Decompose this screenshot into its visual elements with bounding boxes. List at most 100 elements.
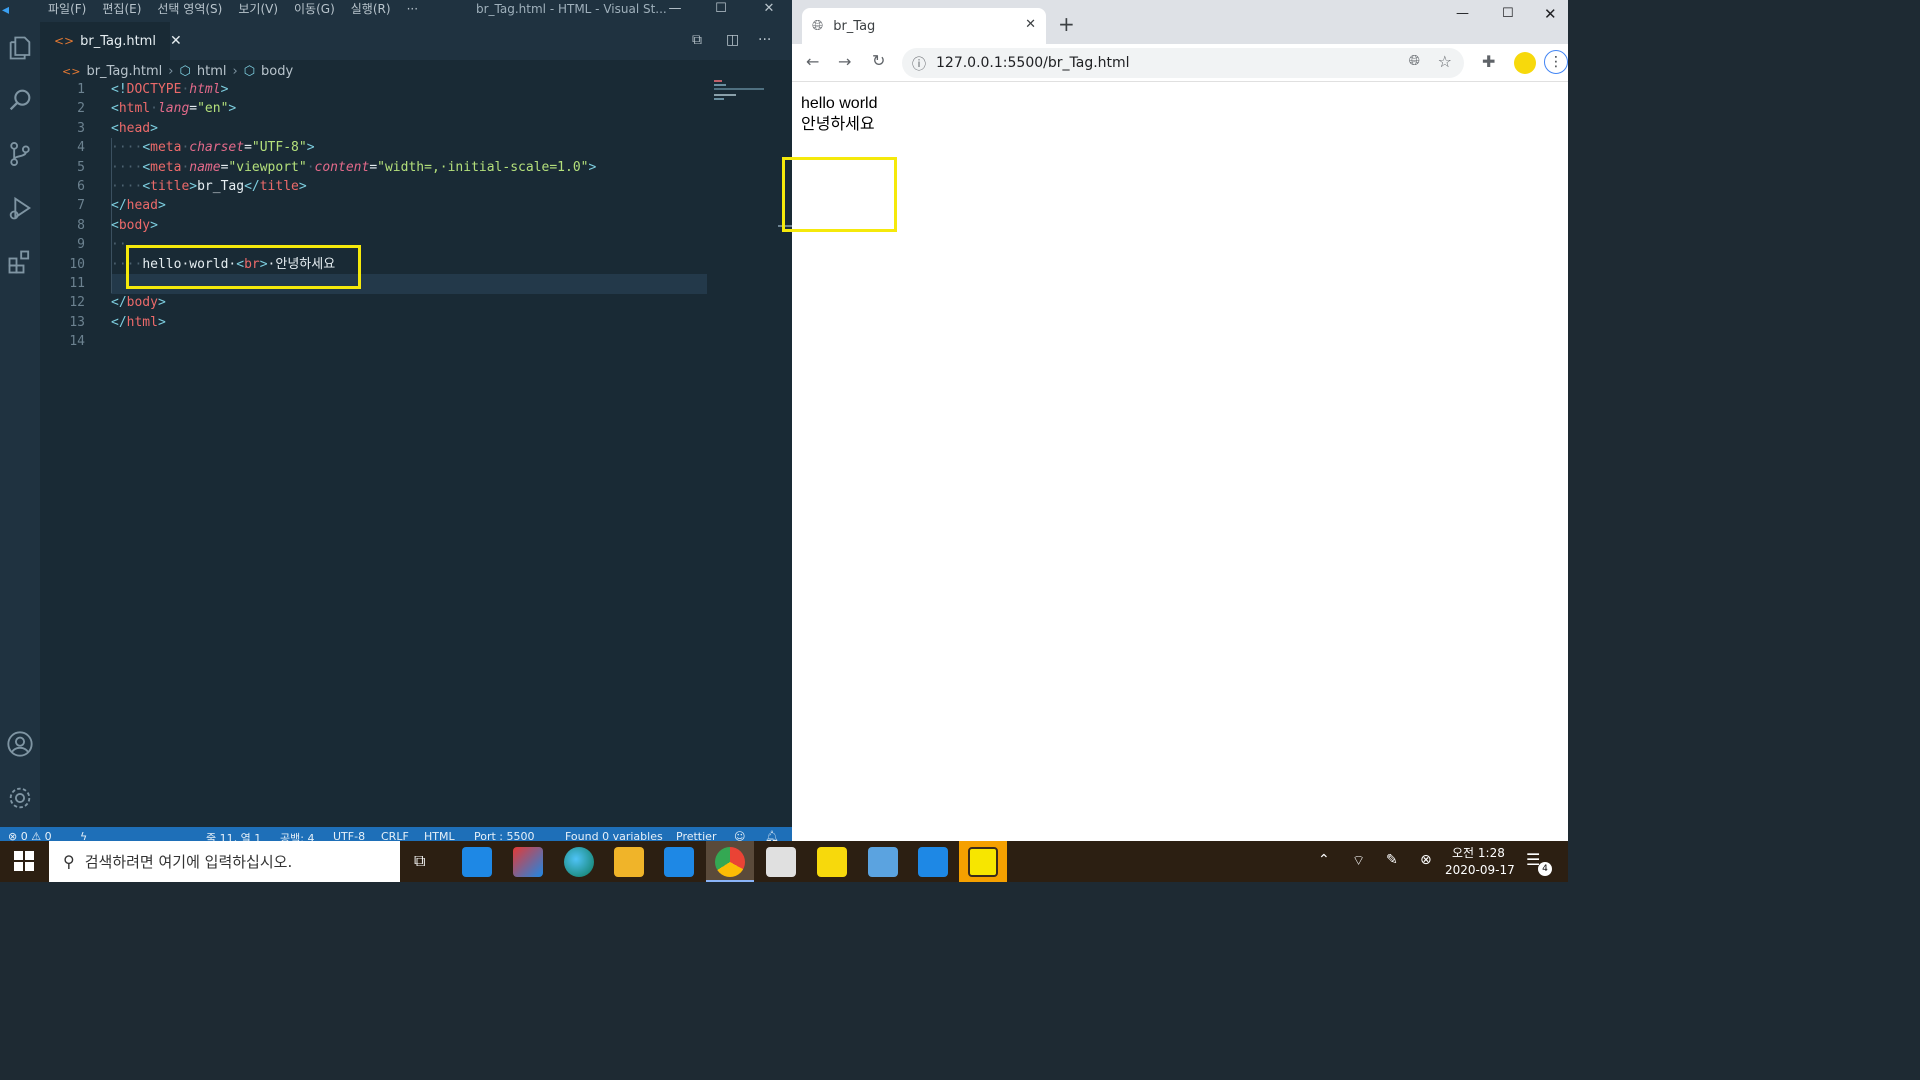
vscode-logo-icon: ◂	[2, 2, 10, 18]
status-eol[interactable]: CRLF	[381, 830, 409, 841]
status-prettier[interactable]: Prettier	[676, 830, 716, 841]
code-line: 13 </html>	[40, 313, 792, 332]
new-tab-icon[interactable]: +	[1058, 12, 1075, 36]
vscode-app-icon[interactable]	[918, 847, 948, 877]
profile-avatar[interactable]	[1514, 52, 1536, 74]
line-number: 6	[77, 179, 85, 194]
token: title	[259, 179, 299, 194]
menu-view[interactable]: 보기(V)	[230, 0, 286, 18]
windows-taskbar: ⚲ 검색하려면 여기에 입력하십시오. ⧉ ⌃ ⌔ ✎ ⊗ 오전 1:28 20…	[0, 841, 1568, 882]
code-editor[interactable]: 1 <!DOCTYPE·html> 2 <html·lang="en"> 3 <hea…	[40, 80, 792, 827]
pen-tray-icon[interactable]: ✎	[1386, 852, 1398, 868]
windows-start-icon[interactable]	[14, 851, 34, 871]
breadcrumb: <> br_Tag.html › ⬡ html › ⬡ body	[62, 62, 293, 80]
file-explorer-icon[interactable]	[614, 847, 644, 877]
notification-count-badge: 4	[1538, 862, 1552, 876]
show-hidden-icons-chevron-icon[interactable]: ⌃	[1318, 852, 1330, 868]
explorer-icon[interactable]	[6, 34, 34, 62]
problems-indicator[interactable]: ⊗ 0 ⚠ 0	[8, 830, 52, 841]
pen-app-icon[interactable]	[462, 847, 492, 877]
status-variables[interactable]: Found 0 variables	[565, 830, 663, 841]
status-indentation[interactable]: 공백: 4	[280, 830, 314, 841]
lightning-icon[interactable]: ϟ	[80, 830, 87, 841]
token: >	[220, 82, 229, 97]
source-control-icon[interactable]	[6, 140, 34, 168]
status-live-server-port[interactable]: Port : 5500	[474, 830, 535, 841]
minimize-button[interactable]: —	[1456, 6, 1469, 21]
maximize-button[interactable]: ☐	[698, 0, 744, 22]
code-line: 4 ····<meta·charset="UTF-8">	[40, 138, 792, 157]
account-icon[interactable]	[6, 730, 34, 758]
chrome-menu-icon[interactable]: ⋮	[1544, 50, 1568, 74]
more-actions-icon[interactable]: ···	[758, 32, 771, 48]
tab-br-tag-html[interactable]: <> br_Tag.html ✕	[40, 22, 182, 60]
task-view-icon[interactable]: ⧉	[414, 851, 425, 871]
status-cursor-position[interactable]: 줄 11, 열 1	[206, 830, 261, 841]
taskbar-search-box[interactable]: ⚲ 검색하려면 여기에 입력하십시오.	[49, 841, 400, 882]
menu-more[interactable]: ···	[399, 0, 426, 18]
page-line-hello-world: hello world	[801, 95, 878, 112]
status-encoding[interactable]: UTF-8	[333, 830, 365, 841]
translate-icon[interactable]: 🌐︎	[1409, 53, 1420, 69]
browser-tab-close-icon[interactable]: ✕	[1025, 17, 1036, 32]
highlight-box-output	[782, 157, 897, 232]
sticky-notes-icon[interactable]	[817, 847, 847, 877]
close-button[interactable]: ✕	[746, 0, 792, 22]
sound-muted-icon[interactable]: ⊗	[1420, 852, 1432, 868]
ie-app-icon[interactable]	[868, 847, 898, 877]
address-bar[interactable]: ⓘ 127.0.0.1:5500/br_Tag.html 🌐︎ ☆	[902, 48, 1464, 78]
token: content	[314, 159, 370, 175]
breadcrumb-body[interactable]: body	[261, 64, 293, 79]
browser-toolbar: ← → ↻ ⓘ 127.0.0.1:5500/br_Tag.html 🌐︎ ☆ …	[792, 44, 1568, 82]
breadcrumb-file[interactable]: br_Tag.html	[86, 64, 162, 79]
minimize-button[interactable]: —	[652, 0, 698, 22]
menu-go[interactable]: 이동(G)	[286, 0, 343, 18]
run-debug-icon[interactable]	[6, 194, 34, 222]
split-editor-icon[interactable]: ◫	[726, 32, 739, 48]
line-number: 7	[77, 198, 85, 214]
browser-tab[interactable]: 🌐︎ br_Tag ✕	[802, 8, 1046, 44]
menu-edit[interactable]: 편집(E)	[94, 0, 149, 18]
clock-time[interactable]: 오전 1:28	[1452, 844, 1505, 861]
menu-selection[interactable]: 선택 영역(S)	[149, 0, 230, 18]
search-icon[interactable]	[6, 86, 34, 114]
token: title	[150, 179, 190, 194]
edge-browser-icon[interactable]	[564, 847, 594, 877]
extensions-icon[interactable]	[6, 248, 34, 276]
reload-icon[interactable]: ↻	[872, 51, 885, 70]
maximize-button[interactable]: ☐	[1502, 6, 1514, 21]
url-text: 127.0.0.1:5500/br_Tag.html	[936, 55, 1130, 71]
bookmark-star-icon[interactable]: ☆	[1438, 52, 1452, 71]
line-number: 11	[69, 276, 85, 291]
status-language[interactable]: HTML	[424, 830, 455, 841]
tab-close-icon[interactable]: ✕	[170, 33, 182, 49]
code-line: 3 <head>	[40, 119, 792, 138]
code-line: 2 <html·lang="en">	[40, 99, 792, 118]
back-arrow-icon[interactable]: ←	[806, 52, 819, 71]
token: lang	[157, 101, 190, 117]
kakaotalk-icon[interactable]	[968, 847, 998, 877]
close-button[interactable]: ✕	[1544, 5, 1557, 23]
clock-date[interactable]: 2020-09-17	[1445, 863, 1515, 877]
token: charset	[189, 140, 245, 156]
settings-gear-icon[interactable]	[6, 784, 34, 812]
paint-app-icon[interactable]	[513, 847, 543, 877]
browser-tab-strip: 🌐︎ br_Tag ✕ + — ☐ ✕	[792, 0, 1568, 44]
breadcrumb-html[interactable]: html	[197, 64, 227, 79]
minimap[interactable]	[714, 80, 774, 110]
line-number: 1	[77, 82, 85, 97]
open-preview-icon[interactable]: ⧉	[692, 32, 702, 48]
menu-run[interactable]: 실행(R)	[343, 0, 399, 18]
breadcrumb-chevron-icon: ›	[232, 63, 238, 79]
feedback-icon[interactable]: ☺	[734, 830, 745, 841]
extensions-puzzle-icon[interactable]: ✚	[1482, 52, 1495, 71]
info-icon[interactable]: ⓘ	[912, 54, 926, 74]
store-app-icon[interactable]	[766, 847, 796, 877]
notifications-bell-icon[interactable]: 🔔︎	[765, 830, 779, 841]
chrome-browser-icon[interactable]	[715, 847, 745, 877]
vscode-window: ◂ 파일(F) 편집(E) 선택 영역(S) 보기(V) 이동(G) 실행(R)…	[0, 0, 792, 841]
mail-app-icon[interactable]	[664, 847, 694, 877]
wifi-icon[interactable]: ⌔	[1352, 852, 1365, 870]
menu-file[interactable]: 파일(F)	[40, 0, 94, 18]
forward-arrow-icon[interactable]: →	[838, 52, 851, 71]
